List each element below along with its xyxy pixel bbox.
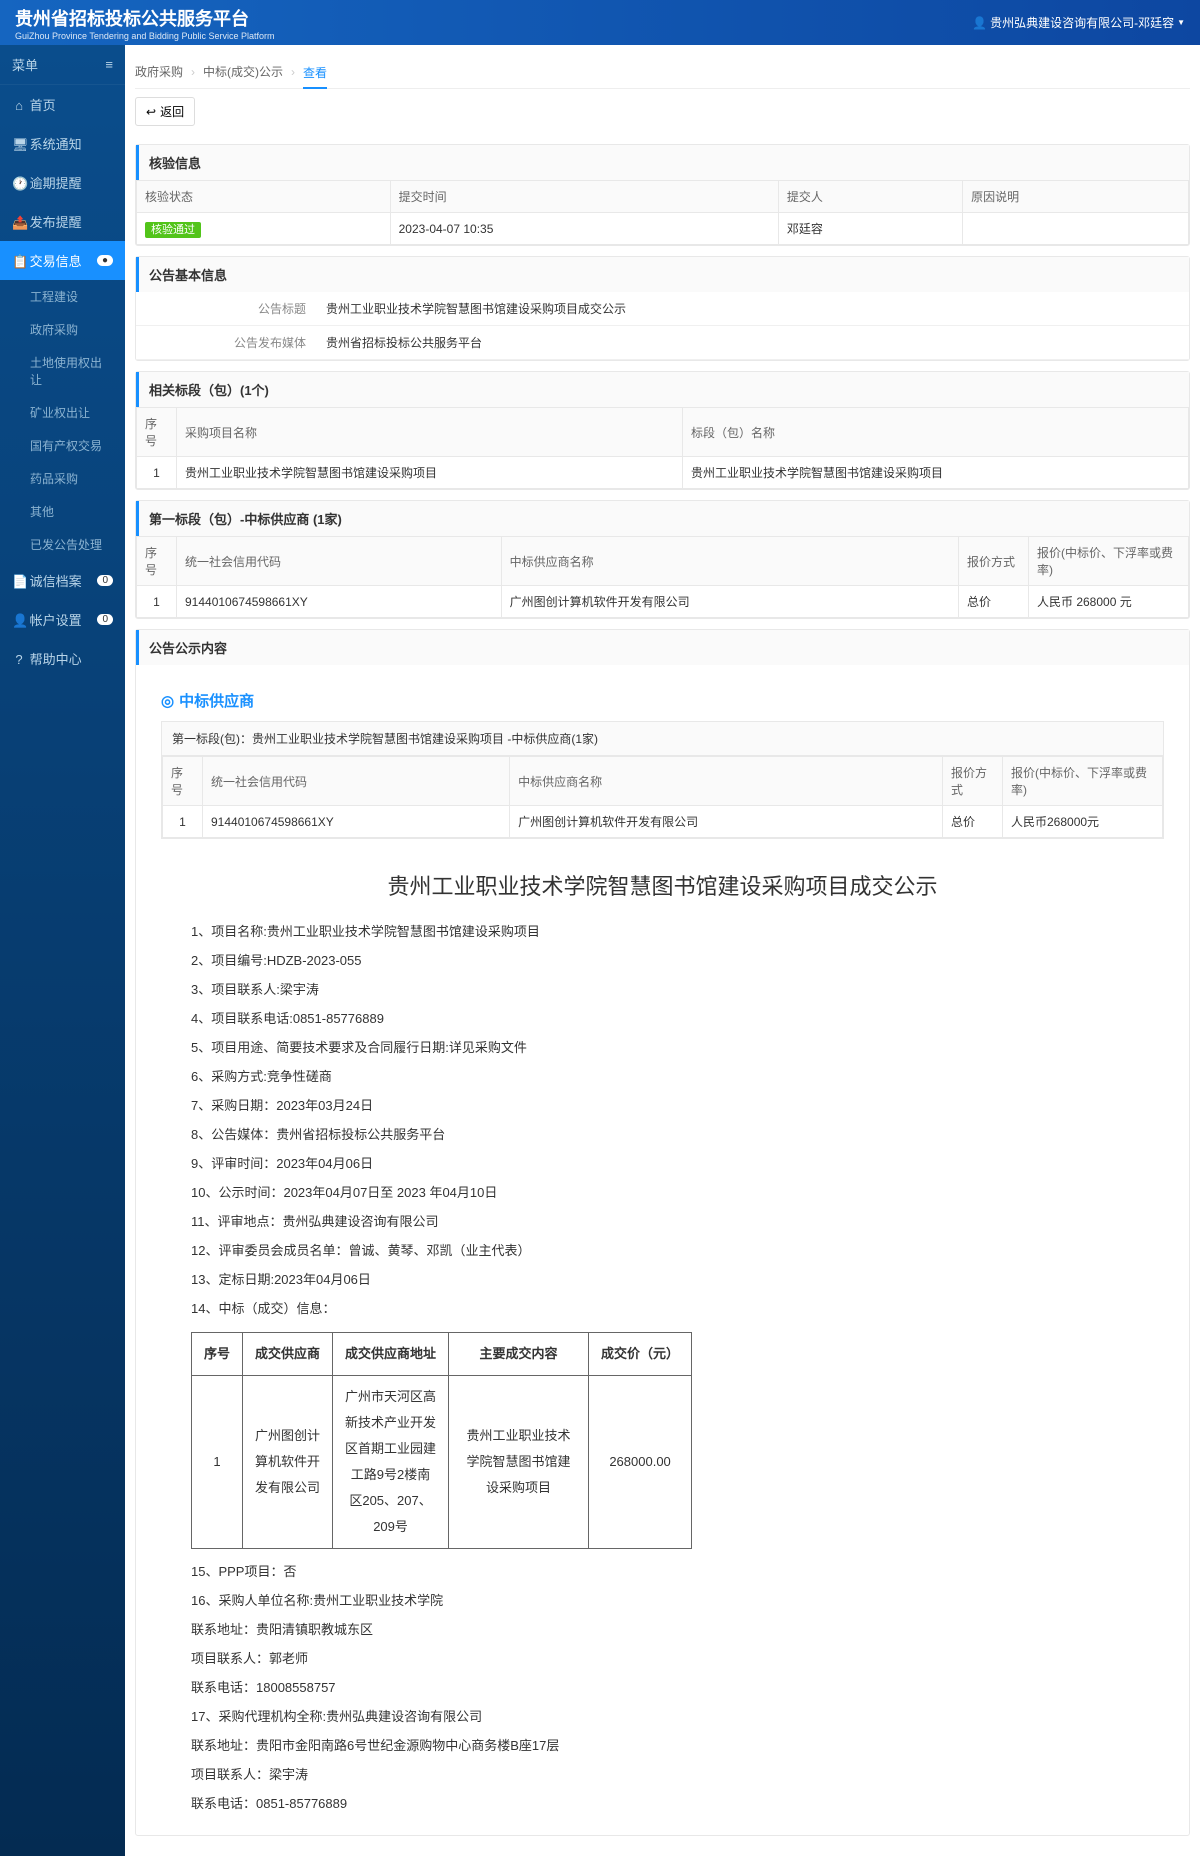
sidebar-item[interactable]: ? 帮助中心	[0, 639, 125, 678]
nav-icon: 🖥	[12, 137, 26, 153]
content-supplier-table: 序号统一社会信用代码中标供应商名称报价方式报价(中标价、下浮率或费率) 1914…	[162, 756, 1163, 838]
supplier-table: 序号统一社会信用代码中标供应商名称报价方式报价(中标价、下浮率或费率) 1914…	[136, 536, 1189, 618]
sidebar-sub-item[interactable]: 其他	[0, 495, 125, 528]
back-button[interactable]: ↩返回	[135, 97, 195, 126]
nav-icon: 👤	[12, 613, 26, 629]
sidebar-item[interactable]: 🕐 逾期提醒	[0, 163, 125, 202]
nav-icon: 📄	[12, 574, 26, 590]
main-content: 政府采购› 中标(成交)公示› 查看 ↩返回 核验信息 核验状态提交时间提交人原…	[125, 45, 1200, 1856]
supplier-heading: ◎中标供应商	[151, 680, 1174, 721]
sidebar-item[interactable]: ⌂ 首页	[0, 85, 125, 124]
menu-icon: ≡	[105, 57, 113, 72]
sidebar-sub-item[interactable]: 土地使用权出让	[0, 346, 125, 396]
nav-icon: 🕐	[12, 176, 26, 192]
sidebar-item[interactable]: 📤 发布提醒	[0, 202, 125, 241]
announcement-title: 贵州工业职业技术学院智慧图书馆建设采购项目成交公示	[151, 854, 1174, 916]
breadcrumb-current: 查看	[303, 64, 327, 89]
app-subtitle: GuiZhou Province Tendering and Bidding P…	[15, 31, 274, 41]
detail-text: 1、项目名称:贵州工业职业技术学院智慧图书馆建设采购项目2、项目编号:HDZB-…	[151, 919, 1174, 1322]
sidebar-item[interactable]: 👤 帐户设置0	[0, 600, 125, 639]
app-header: 贵州省招标投标公共服务平台 GuiZhou Province Tendering…	[0, 0, 1200, 45]
related-table: 序号采购项目名称标段（包）名称 1贵州工业职业技术学院智慧图书馆建设采购项目贵州…	[136, 407, 1189, 489]
status-badge: 核验通过	[145, 222, 201, 238]
sidebar-sub-item[interactable]: 工程建设	[0, 280, 125, 313]
breadcrumb-item[interactable]: 中标(成交)公示	[203, 63, 283, 80]
user-icon: 👤	[972, 16, 987, 30]
sidebar: 菜单 ≡ ⌂ 首页🖥 系统通知🕐 逾期提醒📤 发布提醒📋 交易信息●工程建设政府…	[0, 45, 125, 1856]
badge: 0	[97, 575, 113, 586]
panel-title-content: 公告公示内容	[136, 630, 1189, 665]
breadcrumb: 政府采购› 中标(成交)公示› 查看	[135, 55, 1190, 89]
caret-down-icon: ▼	[1177, 18, 1185, 27]
verify-table: 核验状态提交时间提交人原因说明 核验通过 2023-04-07 10:35 邓廷…	[136, 180, 1189, 245]
badge: ●	[97, 255, 113, 266]
sidebar-menu-header[interactable]: 菜单 ≡	[0, 45, 125, 85]
detail-text-2: 15、PPP项目：否16、采购人单位名称:贵州工业职业技术学院联系地址：贵阳清镇…	[151, 1559, 1174, 1817]
panel-title-related: 相关标段（包）(1个)	[136, 372, 1189, 407]
user-menu[interactable]: 👤 贵州弘典建设咨询有限公司-邓廷容 ▼	[972, 14, 1185, 31]
sidebar-sub-item[interactable]: 政府采购	[0, 313, 125, 346]
table-row: 1广州图创计算机软件开发有限公司广州市天河区高新技术产业开发区首期工业园建工路9…	[192, 1376, 692, 1549]
deal-table: 序号成交供应商成交供应商地址主要成交内容成交价（元） 1广州图创计算机软件开发有…	[191, 1332, 692, 1549]
nav-icon: 📋	[12, 254, 26, 270]
target-icon: ◎	[161, 692, 174, 710]
sidebar-sub-item[interactable]: 国有产权交易	[0, 429, 125, 462]
sidebar-item[interactable]: 🖥 系统通知	[0, 124, 125, 163]
nav-icon: ?	[12, 652, 26, 667]
sidebar-sub-item[interactable]: 已发公告处理	[0, 528, 125, 561]
nav-icon: ⌂	[12, 98, 26, 113]
sidebar-sub-item[interactable]: 药品采购	[0, 462, 125, 495]
sidebar-sub-item[interactable]: 矿业权出让	[0, 396, 125, 429]
table-row: 19144010674598661XY广州图创计算机软件开发有限公司总价人民币 …	[137, 586, 1189, 618]
panel-title-supplier: 第一标段（包）-中标供应商 (1家)	[136, 501, 1189, 536]
sidebar-item[interactable]: 📄 诚信档案0	[0, 561, 125, 600]
breadcrumb-item[interactable]: 政府采购	[135, 63, 183, 80]
back-icon: ↩	[146, 105, 156, 119]
sidebar-item[interactable]: 📋 交易信息●	[0, 241, 125, 280]
panel-title-verify: 核验信息	[136, 145, 1189, 180]
app-title: 贵州省招标投标公共服务平台	[15, 5, 274, 31]
table-row: 19144010674598661XY广州图创计算机软件开发有限公司总价人民币2…	[163, 806, 1163, 838]
table-row: 核验通过 2023-04-07 10:35 邓廷容	[137, 213, 1189, 245]
badge: 0	[97, 614, 113, 625]
nav-icon: 📤	[12, 215, 26, 231]
panel-title-basic: 公告基本信息	[136, 257, 1189, 292]
table-row: 1贵州工业职业技术学院智慧图书馆建设采购项目贵州工业职业技术学院智慧图书馆建设采…	[137, 457, 1189, 489]
